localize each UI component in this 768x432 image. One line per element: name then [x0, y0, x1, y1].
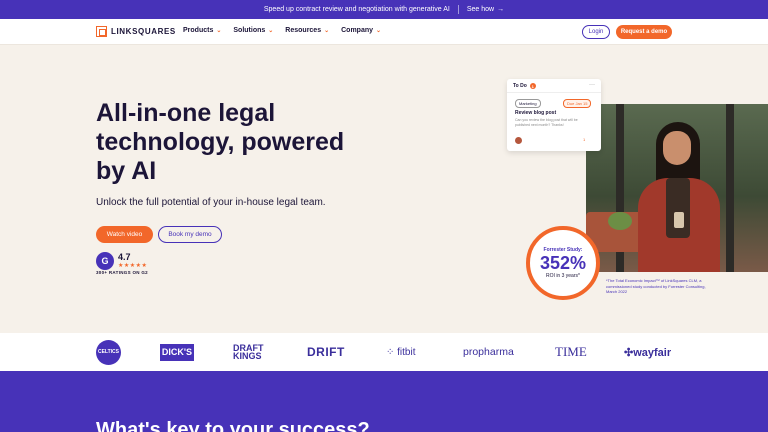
- todo-count-badge: 1: [529, 83, 536, 89]
- todo-title: Review blog post: [515, 110, 557, 116]
- g2-logo-icon: G: [96, 252, 114, 270]
- chevron-down-icon: ⌄: [324, 28, 330, 34]
- menu-solutions-label: Solutions: [233, 27, 266, 34]
- person-shirt: [666, 178, 690, 238]
- see-how-label: See how: [466, 6, 495, 13]
- customer-logos: CELTICS DICK'S DRAFT KINGS DRIFT ⁘ fitbi…: [0, 333, 768, 371]
- dicks-logo-text: DICK'S: [160, 343, 194, 361]
- roi-footnote: *The Total Economic Impact™ of LinkSquar…: [606, 278, 706, 294]
- chevron-down-icon: ⌄: [376, 28, 382, 34]
- menu-products[interactable]: Products ⌄: [183, 27, 221, 34]
- draftkings-line-2: KINGS: [233, 351, 262, 361]
- person-face: [663, 131, 691, 165]
- book-demo-button[interactable]: Book my demo: [158, 226, 222, 243]
- banner-text: Speed up contract review and negotiation…: [263, 6, 450, 13]
- menu-solutions[interactable]: Solutions ⌄: [233, 27, 273, 34]
- main-menu: Products ⌄ Solutions ⌄ Resources ⌄ Compa…: [183, 27, 381, 34]
- menu-company-label: Company: [341, 27, 374, 34]
- menu-company[interactable]: Company ⌄: [341, 27, 381, 34]
- announcement-banner: Speed up contract review and negotiation…: [0, 0, 768, 19]
- chevron-down-icon: ⌄: [216, 28, 222, 34]
- chevron-down-icon: ⌄: [268, 28, 274, 34]
- arrow-right-icon: →: [497, 6, 505, 13]
- coffee-cup: [674, 212, 684, 228]
- logo-text: LINKSQUARES: [111, 27, 176, 36]
- wayfair-logo: ✣wayfair: [624, 346, 672, 359]
- menu-resources-label: Resources: [285, 27, 322, 34]
- celtics-logo: CELTICS: [96, 333, 121, 371]
- roi-value: 352%: [539, 253, 587, 273]
- celtics-logo-icon: CELTICS: [96, 339, 121, 365]
- section-title: What's key to your success?: [96, 419, 370, 432]
- hero-subtitle: Unlock the full potential of your in-hou…: [96, 197, 326, 208]
- todo-card: To Do 1 ··· Marketing Due Jan 15 Review …: [507, 79, 601, 151]
- rating-stars: ★★★★★: [118, 263, 148, 269]
- logo-mark-icon: [96, 26, 107, 37]
- todo-header: To Do 1: [513, 83, 536, 89]
- photo-plant: [608, 212, 632, 230]
- dicks-logo: DICK'S: [160, 333, 194, 371]
- watch-video-button[interactable]: Watch video: [96, 226, 153, 243]
- linksquares-logo[interactable]: LINKSQUARES: [96, 26, 176, 37]
- hero-photo: [586, 104, 768, 272]
- propharma-logo: propharma: [463, 346, 514, 358]
- todo-body: Can you review the blog post that will b…: [515, 118, 578, 127]
- login-button[interactable]: Login: [582, 25, 610, 39]
- todo-tag: Marketing: [515, 99, 541, 108]
- attachment-count: 1: [583, 137, 586, 142]
- see-how-link[interactable]: See how →: [467, 6, 504, 13]
- avatar: [515, 137, 522, 144]
- roi-badge: Forrester Study: 352% ROI in 3 years*: [526, 226, 600, 300]
- todo-header-label: To Do: [513, 83, 527, 89]
- fitbit-logo: ⁘ fitbit: [386, 346, 416, 358]
- request-demo-button[interactable]: Request a demo: [616, 25, 672, 39]
- window-frame: [726, 104, 734, 272]
- menu-products-label: Products: [183, 27, 214, 34]
- more-options-icon[interactable]: ···: [589, 82, 595, 88]
- rating-value: 4.7: [118, 252, 131, 262]
- todo-due-date: Due Jan 15: [563, 99, 592, 108]
- top-navigation: LINKSQUARES Products ⌄ Solutions ⌄ Resou…: [0, 19, 768, 45]
- roi-sub: ROI in 3 years*: [546, 273, 580, 279]
- hero-title: All-in-one legal technology, powered by …: [96, 99, 345, 185]
- menu-resources[interactable]: Resources ⌄: [285, 27, 329, 34]
- ratings-caption: 300+ RATINGS ON G2: [96, 270, 148, 275]
- drift-logo: DRIFT: [307, 345, 345, 359]
- time-logo: TIME: [555, 344, 587, 359]
- draftkings-logo: DRAFT KINGS: [233, 333, 264, 371]
- todo-divider: [507, 92, 601, 93]
- banner-divider: [457, 5, 459, 14]
